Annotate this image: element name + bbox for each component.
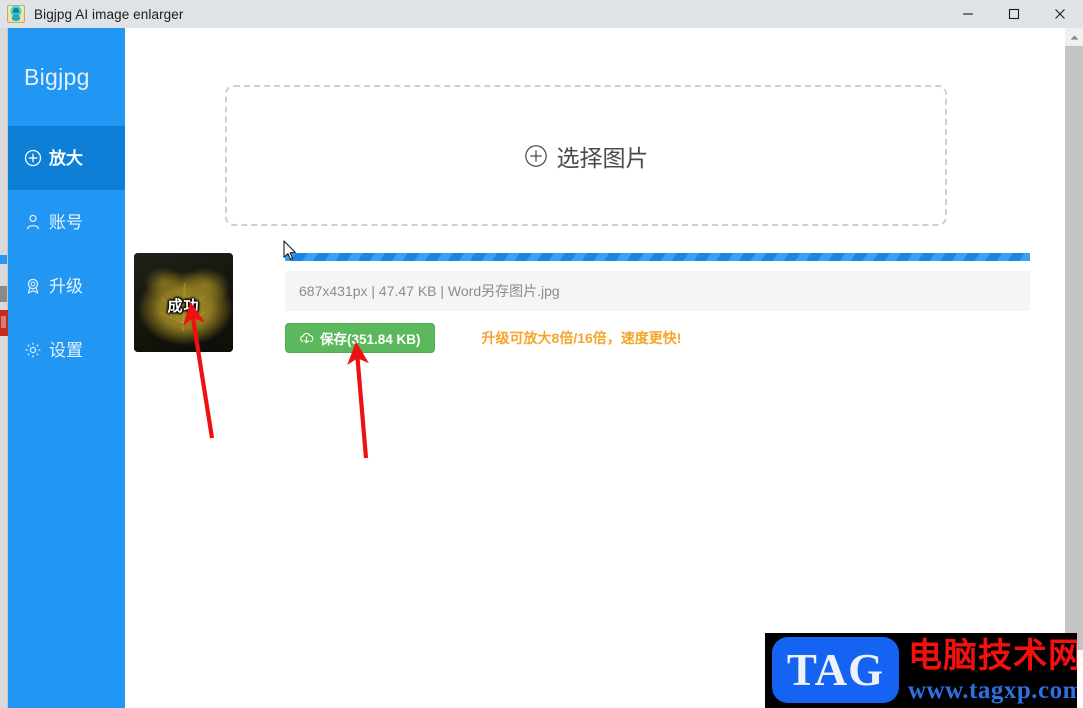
plus-circle-icon xyxy=(23,149,42,168)
select-image-inner: 选择图片 xyxy=(524,139,649,173)
sidebar: Bigjpg 放大 账号 升级 设置 xyxy=(8,28,125,708)
task-actions: 保存(351.84 KB) 升级可放大8倍/16倍，速度更快! xyxy=(285,323,1030,353)
save-button-label: 保存(351.84 KB) xyxy=(320,332,421,347)
app-logo-icon xyxy=(7,5,25,23)
watermark: TAG 电脑技术网 www.tagxp.com xyxy=(765,633,1077,708)
close-icon[interactable] xyxy=(1037,0,1083,28)
minimize-icon[interactable] xyxy=(945,0,991,28)
sidebar-item-settings[interactable]: 设置 xyxy=(8,318,125,382)
sidebar-item-account[interactable]: 账号 xyxy=(8,190,125,254)
title-bar: Bigjpg AI image enlarger xyxy=(0,0,1083,28)
brand-label: Bigjpg xyxy=(24,63,90,90)
brand: Bigjpg xyxy=(8,28,125,126)
download-cloud-icon xyxy=(299,331,314,346)
save-button[interactable]: 保存(351.84 KB) xyxy=(285,323,435,353)
sidebar-item-label: 放大 xyxy=(49,148,83,168)
watermark-site-name: 电脑技术网 xyxy=(908,637,1077,675)
sidebar-item-label: 升级 xyxy=(49,276,83,296)
maximize-icon[interactable] xyxy=(991,0,1037,28)
select-image-dropzone[interactable]: 选择图片 xyxy=(225,85,947,226)
watermark-tag-badge: TAG xyxy=(772,637,899,703)
gear-icon xyxy=(23,341,42,360)
sidebar-item-upgrade[interactable]: 升级 xyxy=(8,254,125,318)
sidebar-item-enlarge[interactable]: 放大 xyxy=(8,126,125,190)
vertical-scrollbar[interactable] xyxy=(1065,28,1083,708)
watermark-url: www.tagxp.com xyxy=(908,677,1077,704)
chevron-up-icon[interactable] xyxy=(1065,28,1083,46)
thumbnail[interactable]: 成功 xyxy=(134,253,233,352)
award-icon xyxy=(23,277,42,296)
scrollbar-thumb[interactable] xyxy=(1065,46,1083,650)
mouse-cursor xyxy=(283,240,296,260)
task-details: 687x431px | 47.47 KB | Word另存图片.jpg 保存(3… xyxy=(285,253,1030,353)
window-controls xyxy=(945,0,1083,28)
progress-bar xyxy=(285,253,1030,261)
thumbnail-status-label: 成功 xyxy=(167,298,200,315)
watermark-tag-label: TAG xyxy=(786,645,885,695)
select-image-label: 选择图片 xyxy=(556,144,649,171)
sidebar-item-label: 设置 xyxy=(49,340,83,360)
plus-circle-icon xyxy=(524,144,548,168)
main-content: 选择图片 成功 687x431px | 47.47 KB | Word另存图片.… xyxy=(125,28,1065,708)
upgrade-hint[interactable]: 升级可放大8倍/16倍，速度更快! xyxy=(482,328,682,348)
sidebar-item-label: 账号 xyxy=(49,212,83,232)
application-window: Bigjpg AI image enlarger Bigjpg 放大 账号 升级… xyxy=(0,0,1083,708)
file-info: 687x431px | 47.47 KB | Word另存图片.jpg xyxy=(285,271,1030,311)
user-icon xyxy=(23,213,42,232)
window-title: Bigjpg AI image enlarger xyxy=(34,6,184,22)
